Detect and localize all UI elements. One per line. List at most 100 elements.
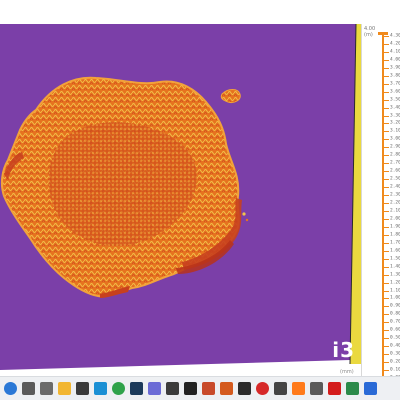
app-icon-10[interactable] xyxy=(346,382,359,395)
ruler-tick xyxy=(384,338,389,340)
search-icon[interactable] xyxy=(22,382,35,395)
ruler-tick-label: 2.60 xyxy=(390,168,400,174)
ruler-tick-label: 1.70 xyxy=(390,240,400,246)
ruler-tick-label: 2.10 xyxy=(390,208,400,214)
ruler-tick xyxy=(384,123,389,125)
ruler-tick-label: 0.10 xyxy=(390,367,400,373)
ruler-tick xyxy=(384,274,389,276)
ruler-tick-label: 1.40 xyxy=(390,264,400,270)
windows-taskbar xyxy=(0,376,400,400)
app-icon-7[interactable] xyxy=(238,382,251,395)
ruler-tick xyxy=(384,250,389,252)
ruler-tick-label: 1.60 xyxy=(390,248,400,254)
ruler-tick-label: 2.00 xyxy=(390,216,400,222)
illustrator-icon[interactable] xyxy=(292,382,305,395)
ruler-tick xyxy=(384,226,389,228)
app-icon-2[interactable] xyxy=(148,382,161,395)
ruler-tick-label: 0.30 xyxy=(390,351,400,357)
app-icon-5[interactable] xyxy=(202,382,215,395)
edge-icon[interactable] xyxy=(94,382,107,395)
ruler-tick xyxy=(384,218,389,220)
ruler-tick-label: 3.40 xyxy=(390,105,400,111)
file-explorer-icon[interactable] xyxy=(58,382,71,395)
ruler-tick xyxy=(384,91,389,93)
ruler-tick xyxy=(384,346,389,348)
ruler-tick-label: 0.40 xyxy=(390,343,400,349)
ruler-tick-label: 2.70 xyxy=(390,160,400,166)
app-icon-8[interactable] xyxy=(274,382,287,395)
ruler-tick-label: 1.30 xyxy=(390,272,400,278)
ruler-tick-label: 3.10 xyxy=(390,128,400,134)
ruler-tick-label: 2.30 xyxy=(390,192,400,198)
ruler-tick xyxy=(384,51,389,53)
ruler-bottom-unit: (mm) xyxy=(340,369,354,375)
ruler-tick xyxy=(384,99,389,101)
app-icon-1[interactable] xyxy=(76,382,89,395)
ruler-tick-label: 1.90 xyxy=(390,224,400,230)
ruler-tick xyxy=(384,370,389,372)
ruler-tick xyxy=(384,147,389,149)
acrobat-icon[interactable] xyxy=(328,382,341,395)
ruler-tick-label: 2.40 xyxy=(390,184,400,190)
ruler-tick xyxy=(384,282,389,284)
ruler-tick xyxy=(384,322,389,324)
ruler-tick xyxy=(384,330,389,332)
ruler-tick-label: 4.30 xyxy=(390,33,400,39)
ruler-tick xyxy=(384,179,389,181)
app-icon-4[interactable] xyxy=(184,382,197,395)
app-icon-11[interactable] xyxy=(364,382,377,395)
ruler-tick xyxy=(384,139,389,141)
ruler-tick-label: 3.20 xyxy=(390,120,400,126)
ruler-tick xyxy=(384,67,389,69)
ruler-tick-label: 3.80 xyxy=(390,73,400,79)
ruler-tick-label: 3.00 xyxy=(390,136,400,142)
ruler-tick xyxy=(384,306,389,308)
ruler-tick xyxy=(384,298,389,300)
viewer-logo: i3 xyxy=(332,338,355,362)
ruler-tick xyxy=(384,163,389,165)
ruler-tick xyxy=(384,83,389,85)
ruler-tick xyxy=(384,107,389,109)
ruler-tick xyxy=(384,75,389,77)
ruler-tick-label: 0.90 xyxy=(390,303,400,309)
ruler-tick-label: 1.10 xyxy=(390,288,400,293)
3d-viewport[interactable]: i3 xyxy=(0,24,361,370)
height-ruler[interactable]: 4.00 (m) 4.30 4.20 4.10 4.00 3.90 3.80 3.70 3.6… xyxy=(340,24,400,388)
ruler-tick xyxy=(384,314,389,316)
top-bar xyxy=(0,0,400,24)
steam-icon[interactable] xyxy=(130,382,143,395)
task-view-icon[interactable] xyxy=(40,382,53,395)
chrome-icon[interactable] xyxy=(112,382,125,395)
ruler-tick-label: 1.00 xyxy=(390,295,400,301)
ruler-tick-label: 3.30 xyxy=(390,113,400,119)
ruler-tick xyxy=(384,171,389,173)
ruler-tick xyxy=(384,59,389,61)
ruler-tick-label: 3.50 xyxy=(390,97,400,103)
ruler-tick-label: 4.10 xyxy=(390,49,400,55)
ruler-tick-label: 2.50 xyxy=(390,176,400,182)
app-icon-3[interactable] xyxy=(166,382,179,395)
ruler-tick xyxy=(384,258,389,260)
ruler-tick xyxy=(384,43,389,45)
ruler-tick xyxy=(384,115,389,117)
ruler-tick xyxy=(384,234,389,236)
app-icon-9[interactable] xyxy=(310,382,323,395)
ruler-tick xyxy=(384,290,389,292)
opera-icon[interactable] xyxy=(256,382,269,395)
ruler-tick xyxy=(384,266,389,268)
ruler-tick-label: 1.20 xyxy=(390,280,400,286)
ruler-tick xyxy=(384,210,389,212)
ruler-tick-label: 0.80 xyxy=(390,311,400,317)
ruler-tick xyxy=(384,362,389,364)
ruler-tick xyxy=(384,36,389,37)
terrain-render[interactable] xyxy=(0,24,361,370)
ruler-tick-label: 3.60 xyxy=(390,89,400,95)
ruler-tick-label: 0.50 xyxy=(390,335,400,341)
ruler-tick-label: 0.20 xyxy=(390,359,400,365)
ruler-tick-label: 2.90 xyxy=(390,144,400,150)
windows-start-icon[interactable] xyxy=(4,382,17,395)
app-icon-6[interactable] xyxy=(220,382,233,395)
ruler-tick-label: 2.20 xyxy=(390,200,400,206)
ruler-tick xyxy=(384,242,389,244)
ruler-tick-label: 1.80 xyxy=(390,232,400,238)
